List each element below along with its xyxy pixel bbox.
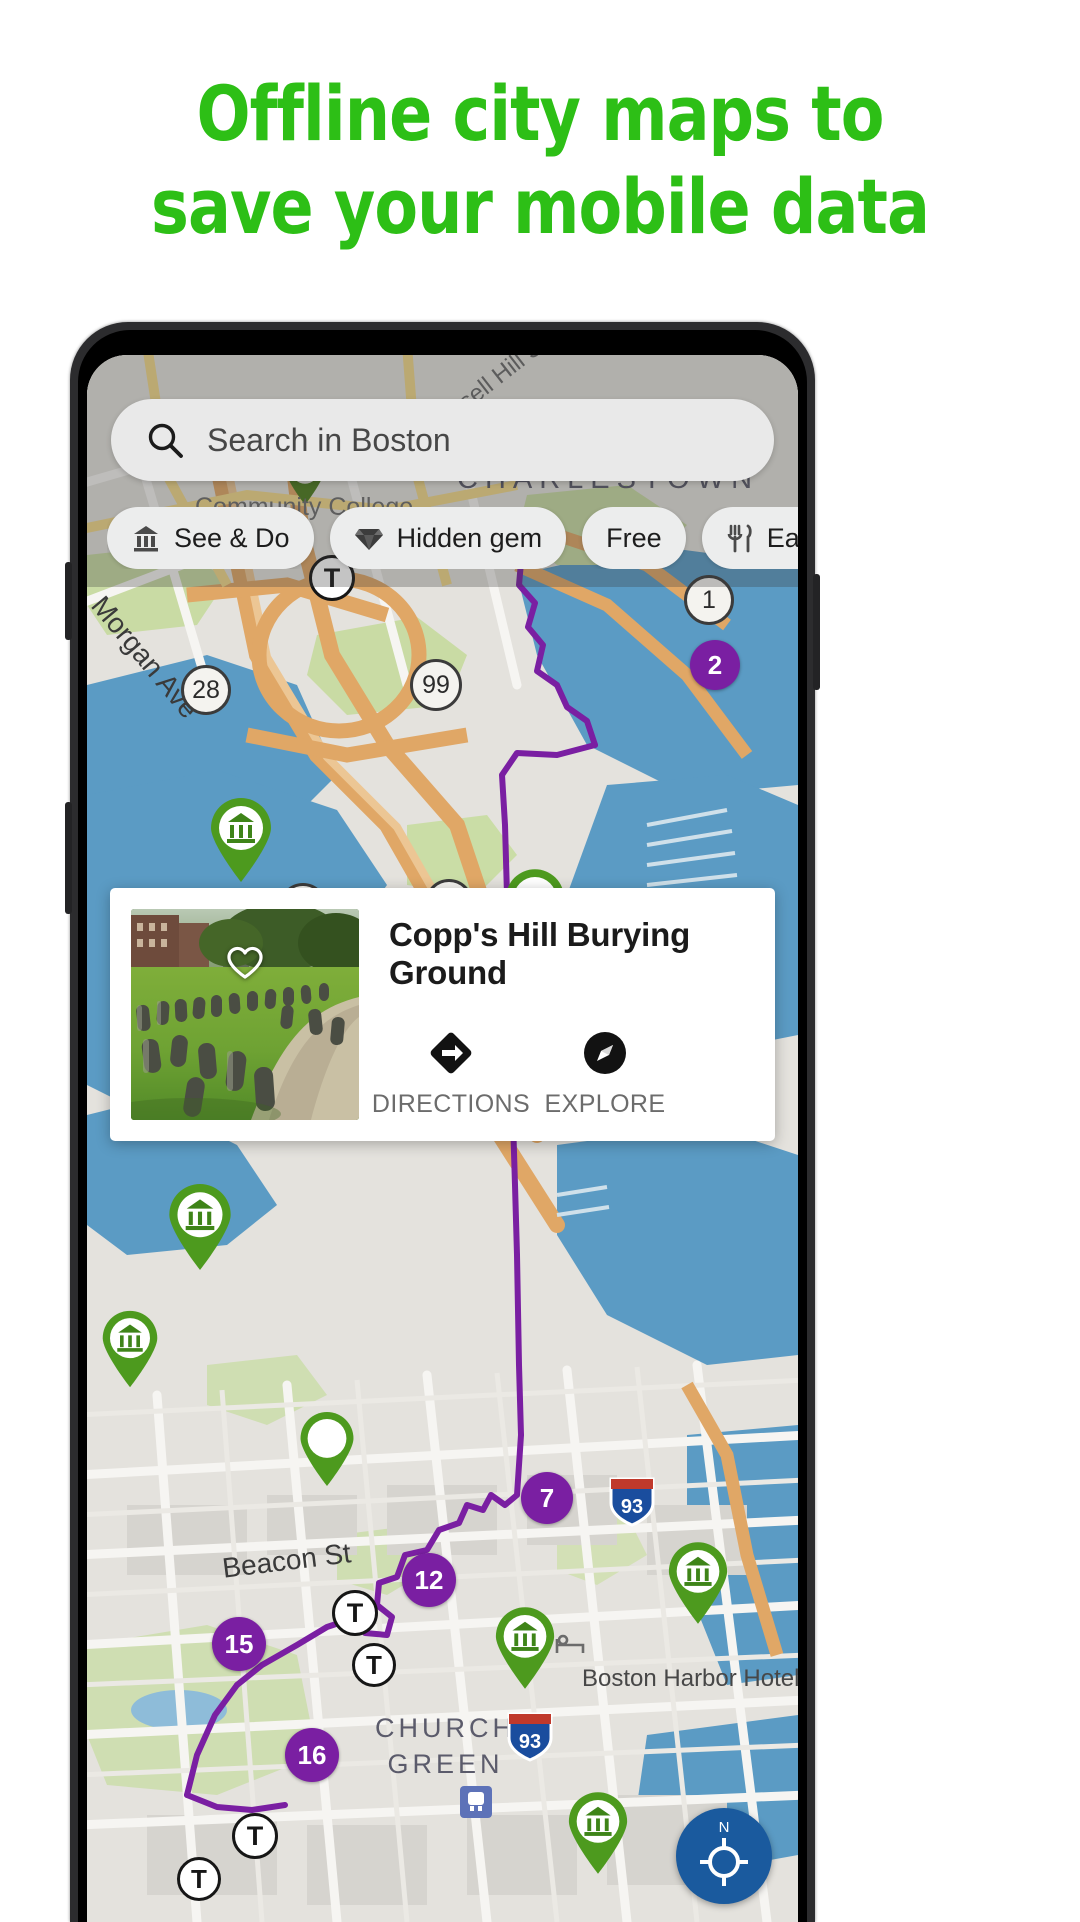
- chip-label: See & Do: [174, 522, 290, 553]
- svg-text:93: 93: [519, 1731, 541, 1753]
- phone-body: CHARLESTOWN asell Hill St Community Coll…: [65, 322, 820, 1922]
- filter-chips-row[interactable]: See & Do Hidden gem Free Ea: [107, 507, 798, 569]
- headline-line-2: save your mobile data: [151, 161, 930, 251]
- chip-label: Free: [606, 522, 662, 553]
- volume-down-button[interactable]: [65, 802, 72, 914]
- phone-mockup: CHARLESTOWN asell Hill St Community Coll…: [65, 322, 820, 1922]
- directions-icon: [428, 1030, 474, 1076]
- place-title: Copp's Hill Burying Ground: [389, 916, 691, 991]
- highway-shield-93-lower: 93: [505, 1710, 555, 1764]
- explore-button[interactable]: EXPLORE: [543, 1030, 667, 1119]
- chip-eat[interactable]: Eat: [701, 507, 798, 569]
- compass-icon: [582, 1030, 628, 1076]
- museum-icon: [131, 523, 161, 553]
- search-input[interactable]: Search in Boston: [111, 399, 774, 481]
- place-actions[interactable]: DIRECTIONS EXPLORE: [372, 1030, 667, 1119]
- restaurant-icon: [726, 523, 754, 553]
- route-stop-16[interactable]: 16: [285, 1728, 339, 1782]
- volume-up-button[interactable]: [65, 562, 72, 640]
- chip-free[interactable]: Free: [582, 507, 686, 569]
- highway-circle-99: 99: [410, 659, 462, 711]
- power-button[interactable]: [813, 574, 820, 690]
- action-label: DIRECTIONS: [371, 1090, 531, 1118]
- transit-stop-t-5[interactable]: T: [177, 1857, 221, 1901]
- directions-button[interactable]: DIRECTIONS: [372, 1030, 530, 1119]
- route-stop-15[interactable]: 15: [212, 1617, 266, 1671]
- route-stop-12[interactable]: 12: [402, 1553, 456, 1607]
- highway-circle-1: 1: [684, 575, 734, 625]
- chip-hidden-gem[interactable]: Hidden gem: [329, 507, 567, 569]
- headline-line-1: Offline city maps to: [196, 69, 884, 158]
- place-photo[interactable]: [131, 909, 359, 1120]
- phone-screen: CHARLESTOWN asell Hill St Community Coll…: [87, 355, 798, 1922]
- transit-stop-t-3[interactable]: T: [352, 1643, 396, 1687]
- route-stop-2[interactable]: 2: [690, 640, 740, 690]
- action-label: EXPLORE: [544, 1090, 666, 1118]
- search-icon: [145, 420, 185, 460]
- highway-shield-93-upper: 93: [607, 1475, 657, 1529]
- svg-text:N: N: [719, 1819, 730, 1836]
- chip-label: Eat: [766, 522, 798, 553]
- svg-text:93: 93: [621, 1496, 643, 1518]
- transit-stop-t-2[interactable]: T: [332, 1590, 378, 1636]
- chip-see-and-do[interactable]: See & Do: [107, 507, 314, 569]
- diamond-icon: [354, 523, 384, 553]
- route-stop-7[interactable]: 7: [521, 1472, 573, 1524]
- compass-button[interactable]: N: [676, 1808, 772, 1904]
- favorite-heart-icon[interactable]: [223, 941, 267, 985]
- place-details: Copp's Hill Burying Ground DIRECTIONS EX…: [359, 888, 775, 1141]
- page-title: Offline city maps to save your mobile da…: [38, 0, 1042, 253]
- transit-stop-t-4[interactable]: T: [232, 1813, 278, 1859]
- search-placeholder: Search in Boston: [207, 421, 451, 458]
- highway-circle-28: 28: [181, 665, 231, 715]
- place-info-card[interactable]: Copp's Hill Burying Ground DIRECTIONS EX…: [110, 888, 775, 1141]
- chip-label: Hidden gem: [396, 522, 543, 553]
